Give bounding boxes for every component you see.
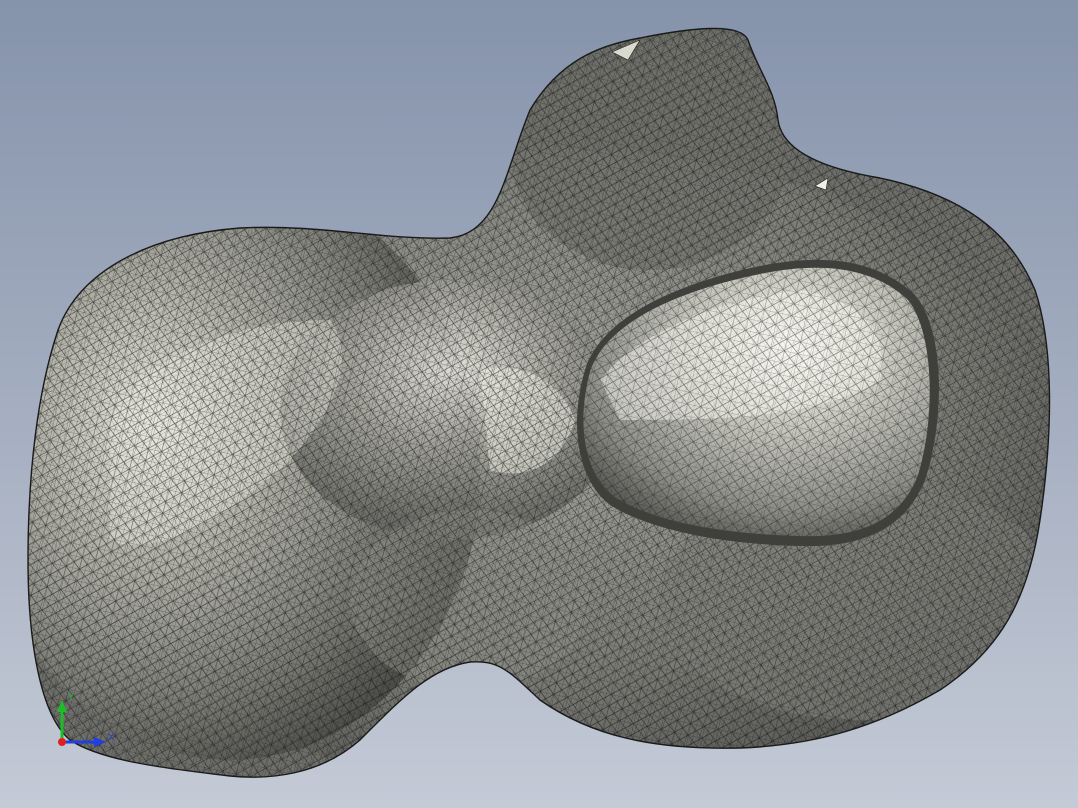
graphics-viewport[interactable]: Y X xyxy=(0,0,1078,808)
axis-triad: Y X xyxy=(57,692,114,747)
x-axis-arrowhead xyxy=(94,737,106,747)
y-axis-arrowhead xyxy=(57,700,67,712)
y-axis-label: Y xyxy=(68,692,74,702)
x-axis-label: X xyxy=(108,732,114,742)
z-axis-origin xyxy=(58,738,66,746)
mesh-model[interactable] xyxy=(0,0,1078,808)
